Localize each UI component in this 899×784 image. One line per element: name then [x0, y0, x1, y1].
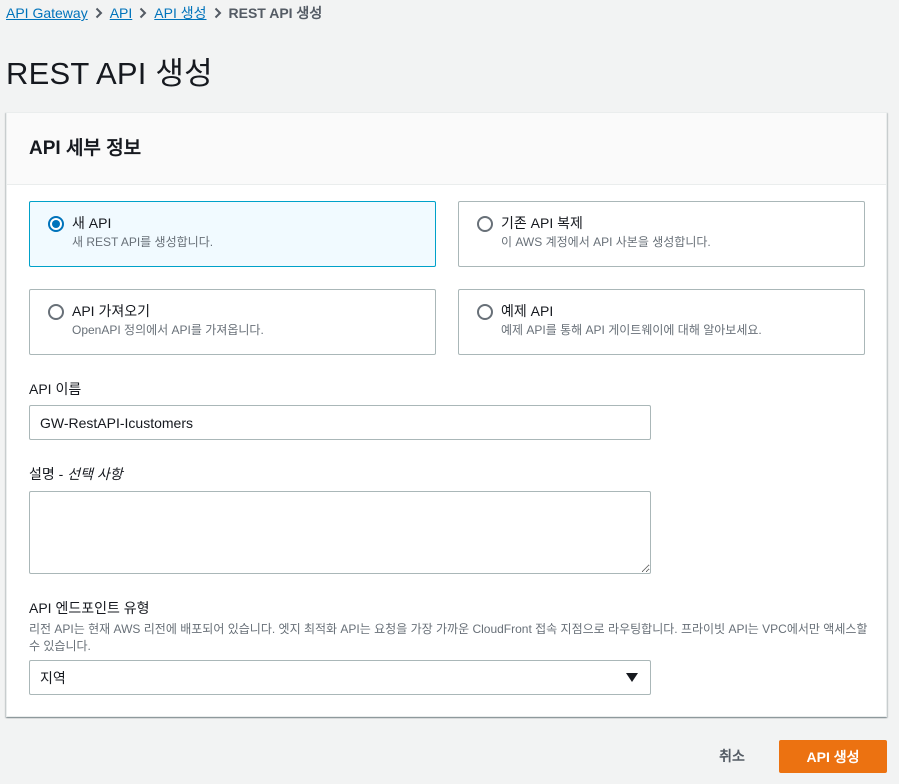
description-label: 설명 - 선택 사항	[29, 464, 123, 484]
option-title: 기존 API 복제	[501, 215, 583, 231]
optional-label: 선택 사항	[67, 466, 123, 482]
panel-title: API 세부 정보	[29, 138, 142, 159]
breadcrumb-api[interactable]: API	[110, 5, 133, 21]
option-new-api[interactable]: 새 API 새 REST API를 생성합니다.	[29, 201, 436, 267]
api-details-panel: API 세부 정보 새 API 새 REST API를 생성합니다. 기존 AP…	[6, 112, 887, 717]
option-import-api[interactable]: API 가져오기 OpenAPI 정의에서 API를 가져옵니다.	[29, 289, 436, 355]
option-title: 예제 API	[501, 303, 554, 319]
chevron-right-icon	[132, 7, 154, 19]
radio-button[interactable]	[477, 216, 493, 232]
api-name-input[interactable]	[29, 405, 651, 440]
option-example-api[interactable]: 예제 API 예제 API를 통해 API 게이트웨이에 대해 알아보세요.	[458, 289, 865, 355]
cancel-button[interactable]: 취소	[704, 740, 760, 772]
radio-button-selected[interactable]	[48, 216, 64, 232]
description-label-text: 설명 -	[29, 466, 68, 482]
description-textarea[interactable]	[29, 491, 651, 574]
panel-header: API 세부 정보	[7, 113, 886, 185]
chevron-right-icon	[88, 7, 110, 19]
caret-down-icon	[626, 673, 638, 682]
chevron-right-icon	[207, 7, 229, 19]
endpoint-type-label: API 엔드포인트 유형	[29, 600, 150, 616]
option-description: 이 AWS 계정에서 API 사본을 생성합니다.	[501, 235, 711, 249]
radio-button[interactable]	[48, 304, 64, 320]
breadcrumb-current: REST API 생성	[228, 5, 323, 21]
breadcrumb-create-api[interactable]: API 생성	[154, 3, 206, 23]
radio-button[interactable]	[477, 304, 493, 320]
option-description: 새 REST API를 생성합니다.	[72, 235, 214, 249]
endpoint-type-description: 리전 API는 현재 AWS 리전에 배포되어 있습니다. 엣지 최적화 API…	[29, 622, 868, 653]
breadcrumb: API Gateway API API 생성 REST API 생성	[6, 2, 322, 24]
option-clone-api[interactable]: 기존 API 복제 이 AWS 계정에서 API 사본을 생성합니다.	[458, 201, 865, 267]
option-description: 예제 API를 통해 API 게이트웨이에 대해 알아보세요.	[501, 323, 762, 337]
api-name-label: API 이름	[29, 381, 82, 397]
breadcrumb-api-gateway[interactable]: API Gateway	[6, 5, 88, 21]
page-title: REST API 생성	[6, 56, 213, 91]
option-title: API 가져오기	[72, 303, 150, 319]
endpoint-type-select[interactable]: 지역	[29, 660, 651, 695]
endpoint-type-value: 지역	[40, 669, 66, 686]
create-api-button[interactable]: API 생성	[779, 740, 887, 773]
option-title: 새 API	[72, 215, 112, 231]
option-description: OpenAPI 정의에서 API를 가져옵니다.	[72, 323, 264, 337]
